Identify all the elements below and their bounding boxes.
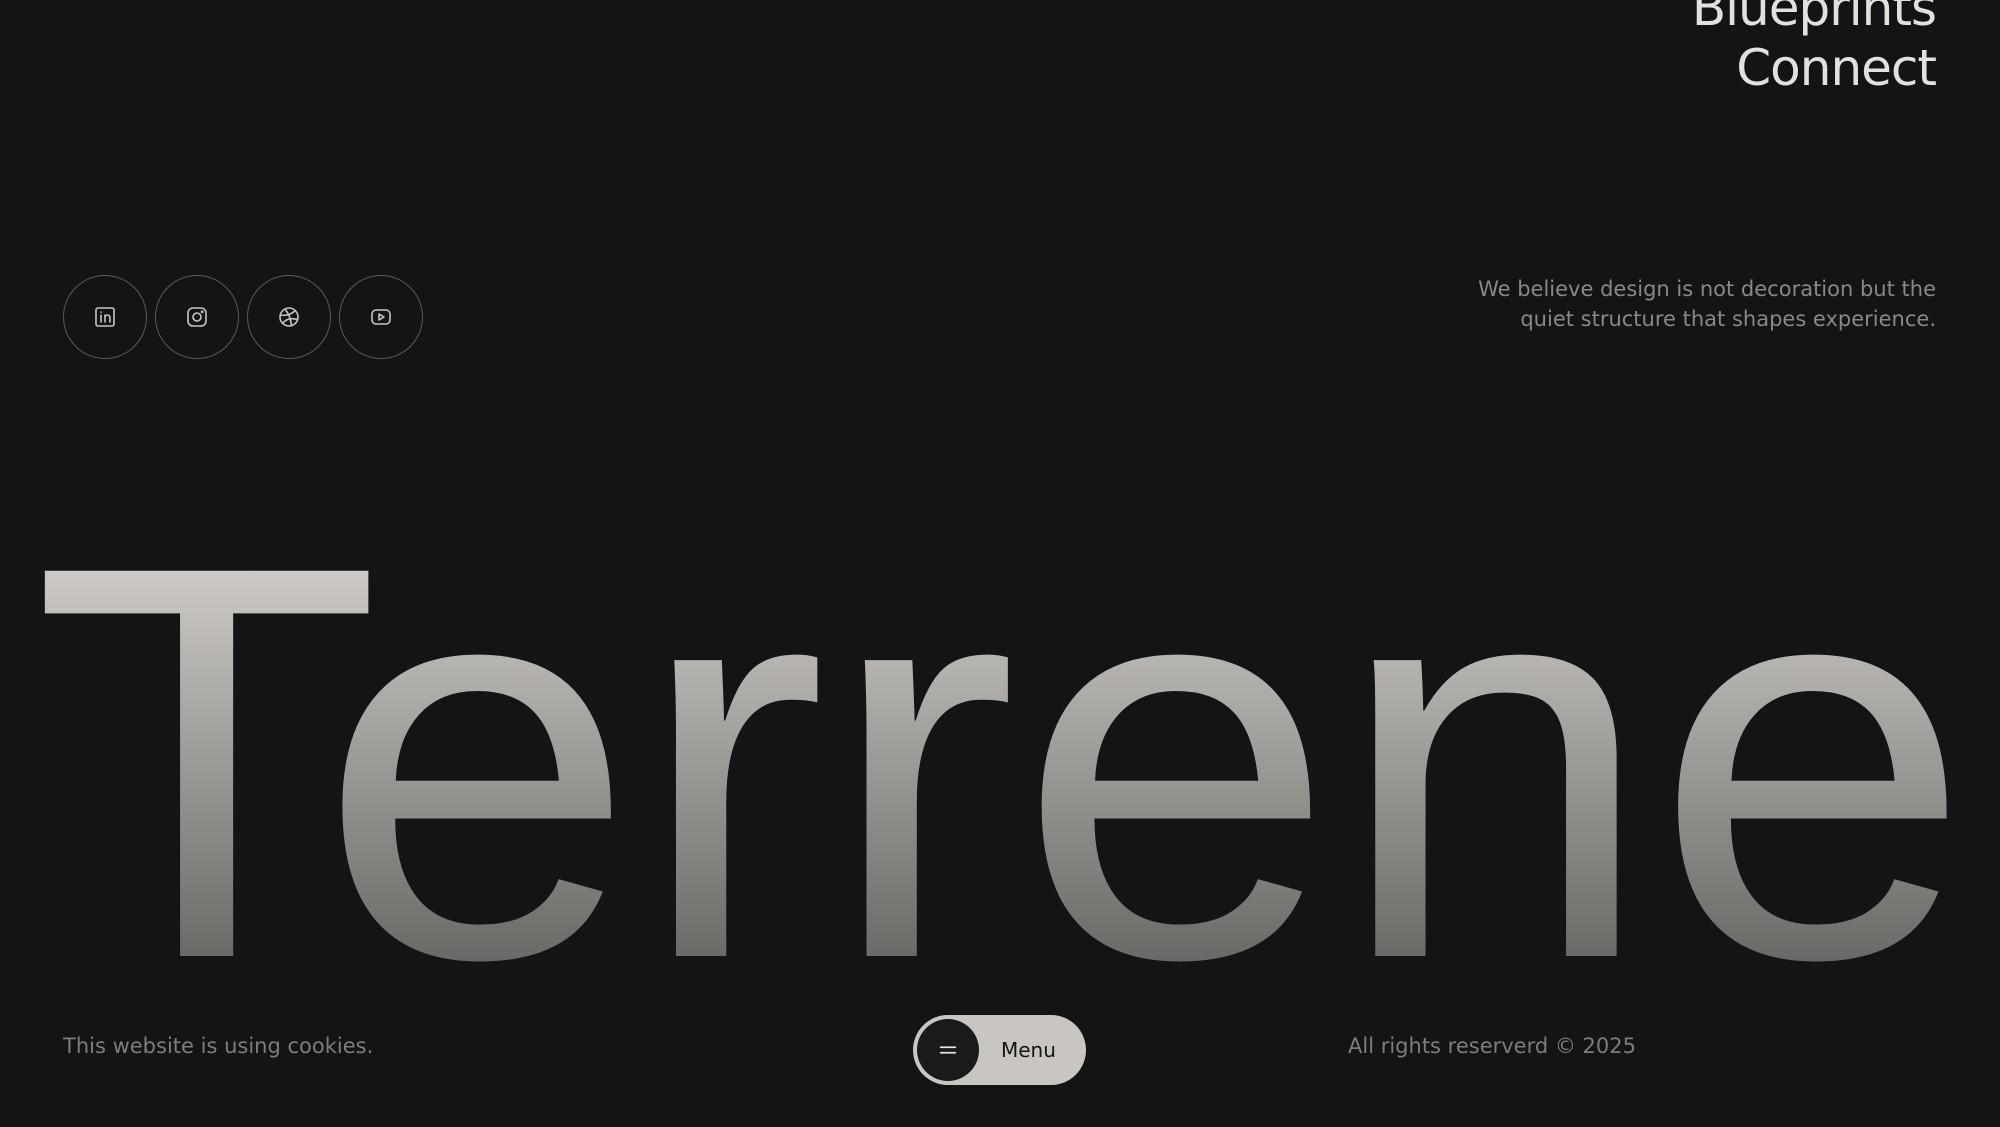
brand-wordmark: Terrene (32, 449, 1972, 990)
top-nav: Blueprints Connect (1692, 0, 1937, 98)
tagline-line-2: quiet structure that shapes experience. (1520, 307, 1936, 331)
cookie-notice[interactable]: This website is using cookies. (63, 1034, 373, 1058)
linkedin-button[interactable] (63, 275, 147, 359)
nav-link-blueprints[interactable]: Blueprints (1692, 0, 1937, 38)
menu-button[interactable]: Menu (913, 1015, 1086, 1085)
youtube-icon (371, 309, 391, 325)
copyright-text: All rights reserverd © 2025 (1348, 1034, 1636, 1058)
wordmark-text: Terrene (32, 449, 1972, 990)
dribbble-button[interactable] (247, 275, 331, 359)
nav-link-connect[interactable]: Connect (1692, 38, 1937, 98)
tagline: We believe design is not decoration but … (1416, 274, 1936, 334)
dribbble-icon (279, 307, 299, 327)
page: Blueprints Connect We believe design is … (0, 0, 2000, 1127)
youtube-button[interactable] (339, 275, 423, 359)
instagram-icon (187, 307, 207, 327)
menu-label: Menu (1001, 1038, 1056, 1062)
tagline-line-1: We believe design is not decoration but … (1478, 277, 1936, 301)
hamburger-icon (939, 1046, 957, 1054)
instagram-button[interactable] (155, 275, 239, 359)
linkedin-icon (95, 307, 115, 327)
social-links (63, 275, 431, 359)
menu-icon-circle (917, 1019, 979, 1081)
